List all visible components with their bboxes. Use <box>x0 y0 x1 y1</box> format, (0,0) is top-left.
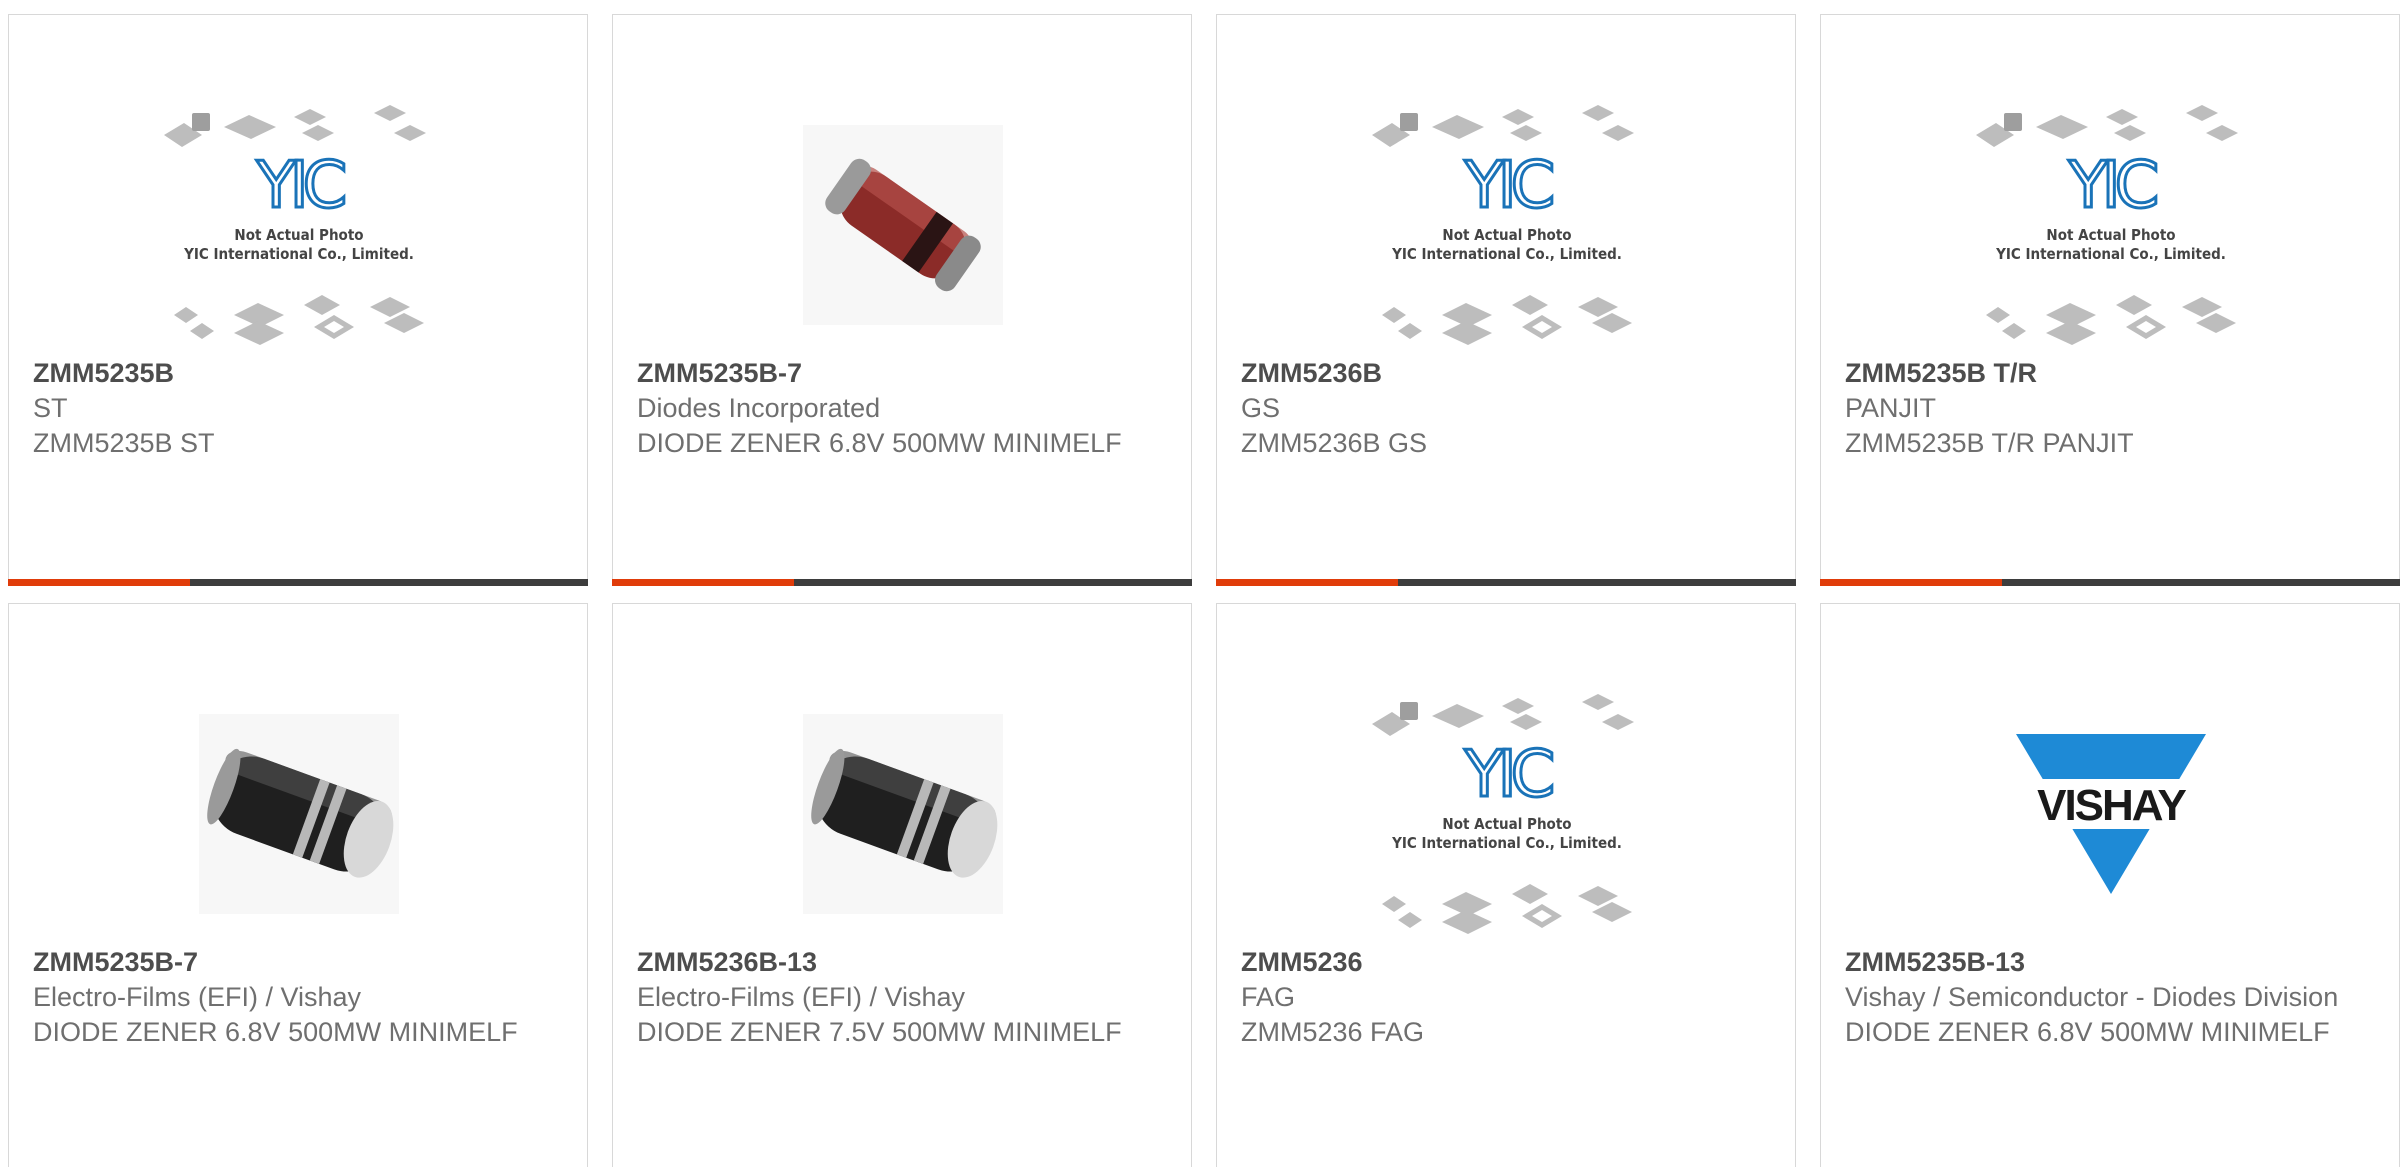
card-bottom-bar <box>612 579 1192 586</box>
product-info: ZMM5235B-7 Diodes Incorporated DIODE ZEN… <box>637 356 1167 461</box>
yic-placeholder-icon: YIC Not Actual Photo YIC International C… <box>149 85 449 365</box>
manufacturer: Electro-Films (EFI) / Vishay <box>33 982 362 1012</box>
placeholder-line2: YIC International Co., Limited. <box>1391 834 1622 852</box>
card-bottom-bar <box>8 579 588 586</box>
description: ZMM5236 FAG <box>1241 1017 1425 1047</box>
manufacturer: GS <box>1241 393 1281 423</box>
description: ZMM5235B ST <box>33 428 215 458</box>
manufacturer: ST <box>33 393 68 423</box>
product-card[interactable]: ZMM5235B-7 Electro-Films (EFI) / Vishay … <box>8 603 588 1167</box>
yic-logo-text: YIC <box>2068 149 2157 223</box>
product-info: ZMM5236B GS ZMM5236B GS <box>1241 356 1771 461</box>
part-number[interactable]: ZMM5236 <box>1241 945 1771 980</box>
placeholder-line1: Not Actual Photo <box>1442 226 1571 244</box>
part-number[interactable]: ZMM5235B-7 <box>637 356 1167 391</box>
product-card[interactable]: YIC Not Actual Photo YIC International C… <box>1820 14 2400 586</box>
yic-placeholder-icon: YIC Not Actual Photo YIC International C… <box>1357 674 1657 954</box>
product-card[interactable]: ZMM5235B-7 Diodes Incorporated DIODE ZEN… <box>612 14 1192 586</box>
placeholder-line2: YIC International Co., Limited. <box>1391 245 1622 263</box>
placeholder-line2: YIC International Co., Limited. <box>1995 245 2226 263</box>
yic-logo-text: YIC <box>1464 149 1553 223</box>
part-number[interactable]: ZMM5235B-7 <box>33 945 563 980</box>
description: DIODE ZENER 7.5V 500MW MINIMELF <box>637 1017 1122 1047</box>
placeholder-line1: Not Actual Photo <box>1442 815 1571 833</box>
product-info: ZMM5236B-13 Electro-Films (EFI) / Vishay… <box>637 945 1167 1050</box>
description: DIODE ZENER 6.8V 500MW MINIMELF <box>637 428 1122 458</box>
product-card[interactable]: YIC Not Actual Photo YIC International C… <box>1216 14 1796 586</box>
product-info: ZMM5235B T/R PANJIT ZMM5235B T/R PANJIT <box>1845 356 2375 461</box>
vishay-logo-text: VISHAY <box>2037 781 2186 830</box>
part-number[interactable]: ZMM5235B T/R <box>1845 356 2375 391</box>
placeholder-line2: YIC International Co., Limited. <box>183 245 414 263</box>
placeholder-line1: Not Actual Photo <box>234 226 363 244</box>
card-bottom-bar <box>1820 579 2400 586</box>
description: ZMM5236B GS <box>1241 428 1428 458</box>
description: DIODE ZENER 6.8V 500MW MINIMELF <box>1845 1017 2330 1047</box>
description: DIODE ZENER 6.8V 500MW MINIMELF <box>33 1017 518 1047</box>
red-minimelf-diode-icon <box>753 85 1053 365</box>
vishay-logo-icon: VISHAY <box>1961 674 2261 954</box>
product-card[interactable]: YIC Not Actual Photo YIC International C… <box>1216 603 1796 1167</box>
manufacturer: FAG <box>1241 982 1296 1012</box>
manufacturer: Vishay / Semiconductor - Diodes Division <box>1845 982 2339 1012</box>
product-card[interactable]: YIC Not Actual Photo YIC International C… <box>8 14 588 586</box>
placeholder-line1: Not Actual Photo <box>2046 226 2175 244</box>
product-info: ZMM5235B-7 Electro-Films (EFI) / Vishay … <box>33 945 563 1050</box>
part-number[interactable]: ZMM5236B <box>1241 356 1771 391</box>
yic-placeholder-icon: YIC Not Actual Photo YIC International C… <box>1357 85 1657 365</box>
product-grid: YIC Not Actual Photo YIC International C… <box>0 0 2400 1167</box>
product-card[interactable]: ZMM5236B-13 Electro-Films (EFI) / Vishay… <box>612 603 1192 1167</box>
black-minimelf-diode-icon <box>149 674 449 954</box>
yic-logo-text: YIC <box>256 149 345 223</box>
product-info: ZMM5236 FAG ZMM5236 FAG <box>1241 945 1771 1050</box>
product-card[interactable]: VISHAY ZMM5235B-13 Vishay / Semiconducto… <box>1820 603 2400 1167</box>
part-number[interactable]: ZMM5235B-13 <box>1845 945 2375 980</box>
black-minimelf-diode-icon <box>753 674 1053 954</box>
product-info: ZMM5235B ST ZMM5235B ST <box>33 356 563 461</box>
description: ZMM5235B T/R PANJIT <box>1845 428 2134 458</box>
product-info: ZMM5235B-13 Vishay / Semiconductor - Dio… <box>1845 945 2375 1050</box>
yic-placeholder-icon: YIC Not Actual Photo YIC International C… <box>1961 85 2261 365</box>
manufacturer: Electro-Films (EFI) / Vishay <box>637 982 966 1012</box>
card-bottom-bar <box>1216 579 1796 586</box>
yic-logo-text: YIC <box>1464 738 1553 812</box>
part-number[interactable]: ZMM5235B <box>33 356 563 391</box>
part-number[interactable]: ZMM5236B-13 <box>637 945 1167 980</box>
manufacturer: PANJIT <box>1845 393 1937 423</box>
manufacturer: Diodes Incorporated <box>637 393 881 423</box>
